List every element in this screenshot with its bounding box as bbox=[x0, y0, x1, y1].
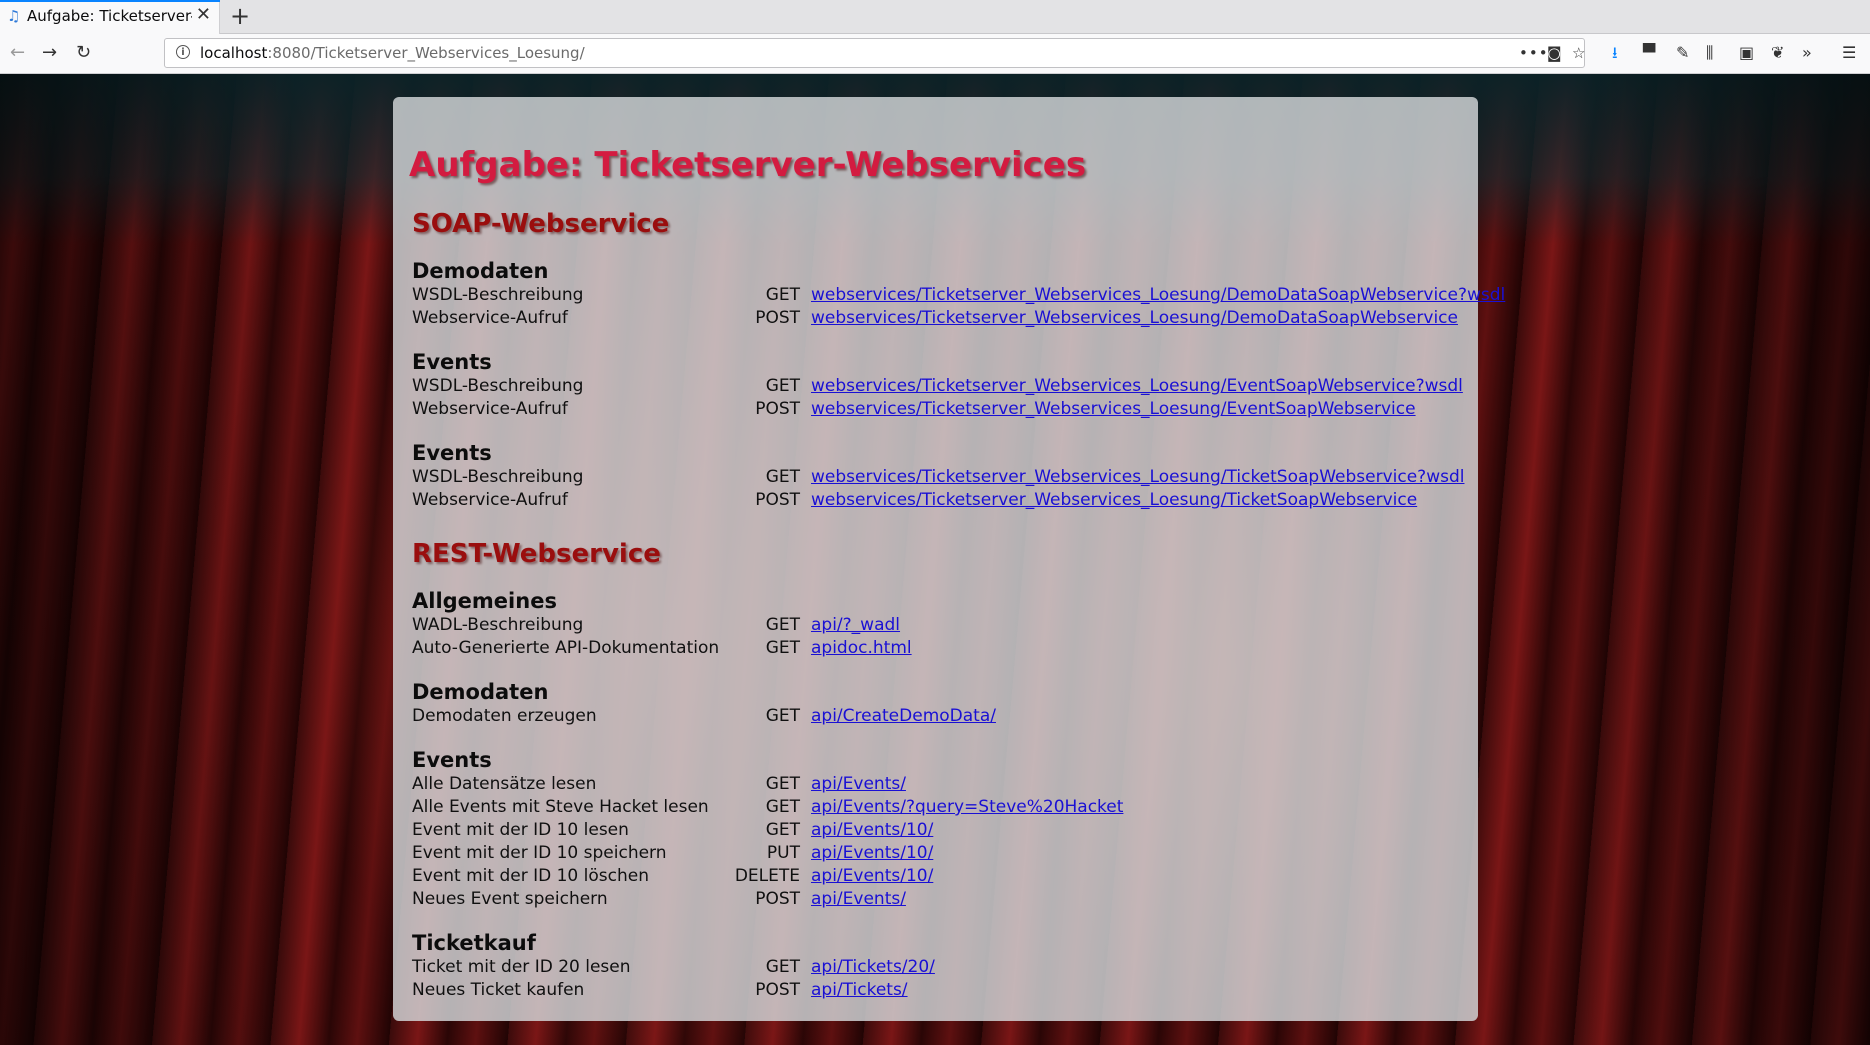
http-method: POST bbox=[755, 490, 800, 510]
close-tab-icon[interactable]: ✕ bbox=[196, 5, 211, 25]
endpoint-link[interactable]: api/Events/10/ bbox=[811, 842, 933, 865]
background-shade-right bbox=[1570, 74, 1870, 1045]
endpoint-link[interactable]: webservices/Ticketserver_Webservices_Loe… bbox=[811, 466, 1464, 489]
endpoint-row: Event mit der ID 10 löschen DELETE api/E… bbox=[412, 865, 1472, 888]
endpoint-link[interactable]: apidoc.html bbox=[811, 637, 912, 660]
http-method: GET bbox=[765, 774, 800, 794]
page-actions-icon[interactable]: ••• bbox=[1519, 44, 1549, 62]
rest-group-title: Allgemeines bbox=[412, 589, 557, 613]
tab-active-indicator bbox=[0, 0, 220, 2]
http-method: GET bbox=[765, 467, 800, 487]
forward-arrow-icon[interactable]: → bbox=[42, 43, 57, 63]
http-method: GET bbox=[765, 376, 800, 396]
http-method: GET bbox=[765, 706, 800, 726]
hamburger-menu-icon[interactable]: ☰ bbox=[1842, 43, 1856, 63]
navigation-bar: ← → ↻ i localhost:8080/Ticketserver_Webs… bbox=[0, 34, 1870, 74]
pocket-icon[interactable]: ◙ bbox=[1547, 44, 1562, 62]
http-method: GET bbox=[765, 820, 800, 840]
rest-group-title: Events bbox=[412, 748, 492, 772]
http-method: POST bbox=[755, 399, 800, 419]
endpoint-link[interactable]: webservices/Ticketserver_Webservices_Loe… bbox=[811, 284, 1505, 307]
info-icon[interactable]: i bbox=[176, 45, 190, 59]
endpoint-row: Webservice-Aufruf POST webservices/Ticke… bbox=[412, 489, 1472, 512]
page-title: Aufgabe: Ticketserver-Webservices bbox=[409, 145, 1087, 185]
http-method: GET bbox=[765, 615, 800, 635]
browser-tab[interactable]: ♫ Aufgabe: Ticketserver-Webservices ✕ bbox=[0, 0, 220, 34]
http-method: GET bbox=[765, 285, 800, 305]
tab-title: Aufgabe: Ticketserver-Webservices bbox=[27, 8, 192, 25]
soap-group-title: Events bbox=[412, 350, 492, 374]
tab-bar: ♫ Aufgabe: Ticketserver-Webservices ✕ + bbox=[0, 0, 1870, 34]
content-panel: Aufgabe: Ticketserver-Webservices SOAP-W… bbox=[393, 97, 1505, 1021]
endpoint-row: Event mit der ID 10 speichern PUT api/Ev… bbox=[412, 842, 1472, 865]
endpoint-row: Event mit der ID 10 lesen GET api/Events… bbox=[412, 819, 1472, 842]
endpoint-link[interactable]: api/Events/ bbox=[811, 888, 906, 911]
endpoint-link[interactable]: api/Events/10/ bbox=[811, 865, 933, 888]
http-method: GET bbox=[765, 638, 800, 658]
endpoint-row: Auto-Generierte API-Dokumentation GET ap… bbox=[412, 637, 1472, 660]
extension-icon[interactable]: ❦ bbox=[1771, 43, 1784, 63]
endpoint-link[interactable]: api/?_wadl bbox=[811, 614, 900, 637]
http-method: GET bbox=[765, 957, 800, 977]
soap-group-title: Events bbox=[412, 441, 492, 465]
reload-icon[interactable]: ↻ bbox=[76, 43, 91, 63]
rest-group-title: Ticketkauf bbox=[412, 931, 536, 955]
endpoint-row: Webservice-Aufruf POST webservices/Ticke… bbox=[412, 398, 1472, 421]
soap-group-title: Demodaten bbox=[412, 259, 549, 283]
http-method: DELETE bbox=[734, 866, 800, 886]
url-path: :8080/Ticketserver_Webservices_Loesung/ bbox=[267, 44, 585, 62]
endpoint-link[interactable]: api/Events/10/ bbox=[811, 819, 933, 842]
overflow-chevron-icon[interactable]: » bbox=[1802, 43, 1812, 63]
endpoint-row: WSDL-Beschreibung GET webservices/Ticket… bbox=[412, 466, 1472, 489]
http-method: POST bbox=[755, 308, 800, 328]
rest-section-title: REST-Webservice bbox=[412, 539, 661, 569]
sidebar-icon[interactable]: ▣ bbox=[1739, 43, 1754, 63]
http-method: PUT bbox=[766, 843, 800, 863]
address-bar[interactable]: i localhost:8080/Ticketserver_Webservice… bbox=[164, 38, 1585, 68]
library-icon[interactable]: ⫼ bbox=[1706, 43, 1713, 63]
http-method: GET bbox=[765, 797, 800, 817]
url-text[interactable]: localhost:8080/Ticketserver_Webservices_… bbox=[200, 44, 585, 62]
endpoint-row: WSDL-Beschreibung GET webservices/Ticket… bbox=[412, 375, 1472, 398]
wrench-icon[interactable]: ✎ bbox=[1676, 43, 1689, 63]
music-note-icon: ♫ bbox=[7, 7, 21, 25]
endpoint-link[interactable]: webservices/Ticketserver_Webservices_Loe… bbox=[811, 307, 1458, 330]
endpoint-row: WADL-Beschreibung GET api/?_wadl bbox=[412, 614, 1472, 637]
endpoint-row: Ticket mit der ID 20 lesen GET api/Ticke… bbox=[412, 956, 1472, 979]
endpoint-link[interactable]: api/Tickets/20/ bbox=[811, 956, 935, 979]
download-icon[interactable]: ⭳ bbox=[1612, 43, 1618, 63]
endpoint-link[interactable]: api/Events/?query=Steve%20Hacket bbox=[811, 796, 1123, 819]
endpoint-row: Demodaten erzeugen GET api/CreateDemoDat… bbox=[412, 705, 1472, 728]
soap-section-title: SOAP-Webservice bbox=[412, 209, 670, 239]
bookmark-star-icon[interactable]: ☆ bbox=[1572, 44, 1585, 62]
endpoint-row: Neues Event speichern POST api/Events/ bbox=[412, 888, 1472, 911]
endpoint-row: Webservice-Aufruf POST webservices/Ticke… bbox=[412, 307, 1472, 330]
endpoint-link[interactable]: api/CreateDemoData/ bbox=[811, 705, 996, 728]
endpoint-row: Neues Ticket kaufen POST api/Tickets/ bbox=[412, 979, 1472, 1002]
endpoint-row: WSDL-Beschreibung GET webservices/Ticket… bbox=[412, 284, 1505, 307]
endpoint-link[interactable]: api/Tickets/ bbox=[811, 979, 908, 1002]
rest-group-title: Demodaten bbox=[412, 680, 549, 704]
endpoint-link[interactable]: webservices/Ticketserver_Webservices_Loe… bbox=[811, 398, 1416, 421]
background-shade-left bbox=[0, 74, 300, 1045]
back-arrow-icon[interactable]: ← bbox=[10, 43, 25, 63]
endpoint-link[interactable]: webservices/Ticketserver_Webservices_Loe… bbox=[811, 489, 1417, 512]
endpoint-link[interactable]: api/Events/ bbox=[811, 773, 906, 796]
private-mask-icon[interactable]: ▀ bbox=[1643, 43, 1655, 63]
endpoint-row: Alle Datensätze lesen GET api/Events/ bbox=[412, 773, 1472, 796]
url-host: localhost bbox=[200, 44, 268, 62]
endpoint-link[interactable]: webservices/Ticketserver_Webservices_Loe… bbox=[811, 375, 1463, 398]
http-method: POST bbox=[755, 889, 800, 909]
http-method: POST bbox=[755, 980, 800, 1000]
endpoint-row: Alle Events mit Steve Hacket lesen GET a… bbox=[412, 796, 1472, 819]
new-tab-icon[interactable]: + bbox=[230, 3, 250, 29]
